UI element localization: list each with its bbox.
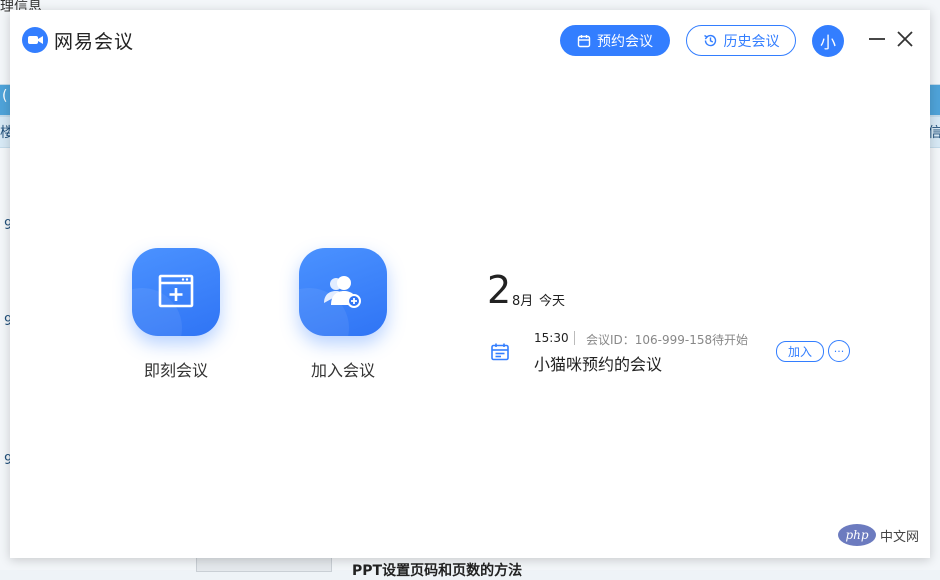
background-article-title: PPT设置页码和页数的方法 [352,563,523,579]
video-camera-icon [22,27,48,53]
meeting-history-button[interactable]: 历史会议 [686,25,796,56]
title-bar: 网易会议 预约会议 历史会议 小 [10,10,930,70]
scheduled-meeting-icon [491,343,509,361]
history-clock-icon [703,34,716,47]
calendar-month: 8月 [512,294,534,309]
watermark-text: 中文网 [880,529,920,545]
join-button[interactable]: 加入 [776,341,824,362]
divider [574,331,575,345]
schedule-meeting-label: 预约会议 [597,33,653,50]
calendar-today-label: 今天 [539,294,566,309]
minimize-icon[interactable] [866,28,888,50]
meeting-status: 待开始 [712,333,749,347]
site-watermark: php 中文网 [838,524,919,546]
more-options-button[interactable]: ··· [828,340,850,362]
app-title: 网易会议 [54,31,135,53]
join-meeting-label: 加入会议 [310,361,375,380]
close-icon[interactable] [894,28,916,50]
meeting-app-window: 网易会议 预约会议 历史会议 小 即刻会议 加入会议 2 8月 今天 15:30… [10,10,930,558]
watermark-logo: php [838,524,876,546]
meeting-id: 会议ID：106-999-158 [586,333,713,347]
meeting-title[interactable]: 小猫咪预约的会议 [534,351,662,375]
new-meeting-icon [158,274,194,308]
calendar-day: 2 [487,268,512,312]
calendar-icon [577,34,591,47]
meeting-history-label: 历史会议 [723,33,780,50]
meeting-time: 15:30 [534,331,569,345]
join-meeting-icon [324,276,361,308]
join-meeting-button[interactable] [299,248,387,336]
schedule-meeting-button[interactable]: 预约会议 [560,25,670,56]
instant-meeting-label: 即刻会议 [143,361,208,380]
user-avatar[interactable]: 小 [812,25,844,57]
background-edge-char: ( [2,88,8,104]
instant-meeting-button[interactable] [132,248,220,336]
